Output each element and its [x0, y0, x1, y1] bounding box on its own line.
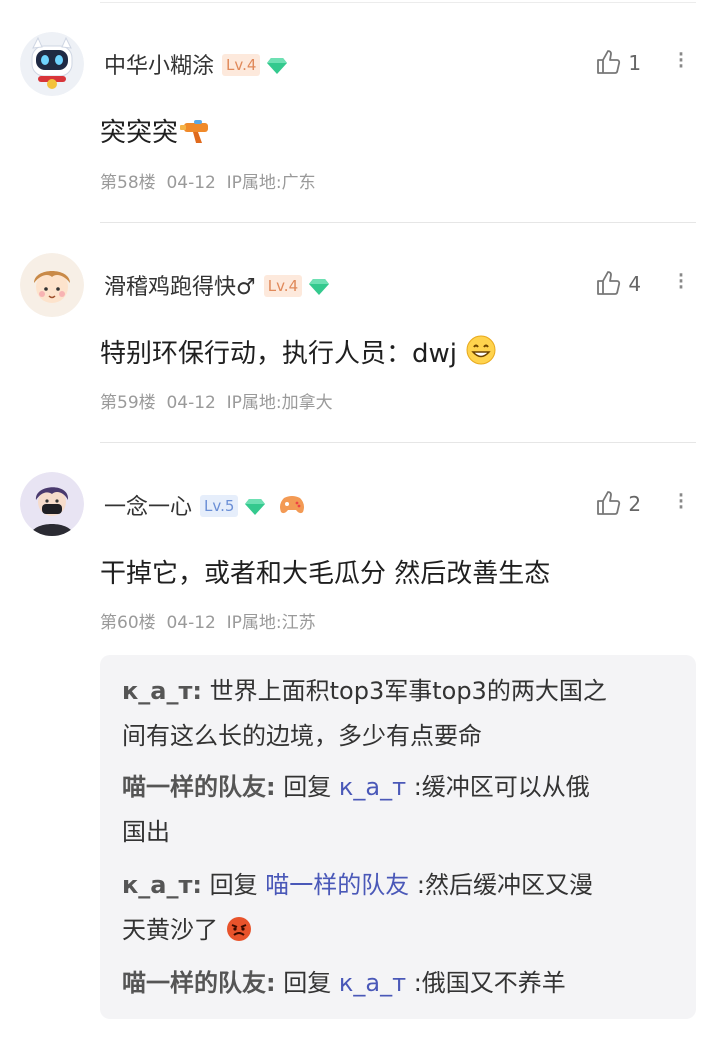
comment-meta: 第59楼 04-12 IP属地:加拿大: [100, 388, 333, 413]
username-text[interactable]: 滑稽鸡跑得快♂: [104, 275, 256, 300]
level-badge: Lv.5: [200, 495, 239, 517]
reply-item[interactable]: 喵一样的队友: 回复 к_а_т :缓冲区可以从俄 国出: [122, 765, 678, 855]
like-button[interactable]: 1: [594, 48, 641, 76]
more-options-button[interactable]: · · ·: [674, 42, 688, 80]
like-count: 4: [628, 272, 642, 296]
ip-location: IP属地:加拿大: [226, 393, 333, 413]
diamond-icon: [244, 497, 266, 522]
level-badge: Lv.4: [263, 275, 303, 297]
reply-item[interactable]: к_а_т: 回复 喵一样的队友 :然后缓冲区又漫 天黄沙了: [122, 863, 678, 957]
post-date: 04-12: [166, 173, 216, 193]
reply-text: 国出: [122, 818, 170, 846]
avatar[interactable]: [20, 32, 84, 96]
reply-thread[interactable]: к_а_т: 世界上面积top3军事top3的两大国之 间有这么长的边境，多少有…: [100, 655, 696, 1019]
reply-text: :俄国又不养羊: [406, 969, 566, 997]
comment-text: 干掉它，或者和大毛瓜分 然后改善生态: [100, 553, 550, 590]
ip-location: IP属地:广东: [226, 173, 316, 193]
reply-author[interactable]: к_а_т:: [122, 871, 202, 899]
username[interactable]: 中华小糊涂 Lv.4: [104, 48, 288, 81]
reply-item[interactable]: к_а_т: 世界上面积top3军事top3的两大国之 间有这么长的边境，多少有…: [122, 669, 678, 759]
thumbs-up-icon: [597, 491, 621, 515]
floor-number: 第59楼: [100, 393, 156, 413]
angry-face-icon: [226, 912, 252, 957]
divider: [100, 222, 696, 223]
reply-word: 回复: [275, 969, 339, 997]
more-options-button[interactable]: · · ·: [674, 483, 688, 521]
post-date: 04-12: [166, 393, 216, 413]
robot-cat-avatar-icon: [20, 32, 84, 96]
reply-target-link[interactable]: 喵一样的队友: [265, 871, 409, 899]
comment-text: 突突突: [100, 112, 210, 152]
comment-text-body: 干掉它，或者和大毛瓜分 然后改善生态: [100, 559, 551, 589]
avatar[interactable]: [20, 253, 84, 317]
diamond-icon: [266, 56, 288, 81]
game-controller-badge-icon: [278, 494, 306, 522]
thumbs-up-icon: [597, 50, 621, 74]
comment-meta: 第60楼 04-12 IP属地:江苏: [100, 608, 316, 633]
reply-author[interactable]: к_а_т:: [122, 677, 202, 705]
cartoon-boy-avatar-icon: [20, 253, 84, 317]
reply-target-link[interactable]: к_а_т: [339, 773, 406, 801]
masked-person-avatar-icon: [20, 472, 84, 536]
thumbs-up-icon: [597, 271, 621, 295]
comment-meta: 第58楼 04-12 IP属地:广东: [100, 168, 316, 193]
reply-item[interactable]: 喵一样的队友: 回复 к_а_т :俄国又不养羊: [122, 961, 678, 1006]
floor-number: 第60楼: [100, 613, 156, 633]
username[interactable]: 滑稽鸡跑得快♂ Lv.4: [104, 269, 330, 302]
floor-number: 第58楼: [100, 173, 156, 193]
username-text[interactable]: 中华小糊涂: [104, 54, 214, 79]
username-text[interactable]: 一念一心: [104, 495, 192, 520]
diamond-icon: [308, 277, 330, 302]
reply-word: 回复: [275, 773, 339, 801]
divider: [100, 442, 696, 443]
reply-text: 间有这么长的边境，多少有点要命: [122, 722, 482, 750]
avatar[interactable]: [20, 472, 84, 536]
reply-text: :缓冲区可以从俄: [406, 773, 590, 801]
reply-target-link[interactable]: к_а_т: [339, 969, 406, 997]
post-date: 04-12: [166, 613, 216, 633]
reply-author[interactable]: 喵一样的队友:: [122, 969, 276, 997]
level-badge: Lv.4: [222, 54, 261, 76]
top-divider: [100, 2, 696, 3]
like-count: 2: [628, 492, 642, 516]
like-button[interactable]: 2: [594, 489, 641, 517]
reply-text: :然后缓冲区又漫: [409, 871, 593, 899]
water-gun-icon: [178, 117, 210, 152]
like-count: 1: [628, 51, 642, 75]
comment-text-body: 突突突: [100, 118, 179, 148]
comment-text-body: 特别环保行动，执行人员：dwj: [100, 339, 457, 369]
reply-text: 天黄沙了: [122, 916, 218, 944]
username[interactable]: 一念一心 Lv.5: [104, 489, 306, 522]
comment-text: 特别环保行动，执行人员：dwj: [100, 333, 497, 373]
ip-location: IP属地:江苏: [226, 613, 316, 633]
more-options-button[interactable]: · · ·: [674, 263, 688, 301]
grin-face-icon: [465, 334, 497, 373]
reply-text: 世界上面积top3军事top3的两大国之: [202, 677, 607, 705]
like-button[interactable]: 4: [594, 269, 641, 297]
reply-word: 回复: [202, 871, 266, 899]
reply-author[interactable]: 喵一样的队友:: [122, 773, 276, 801]
